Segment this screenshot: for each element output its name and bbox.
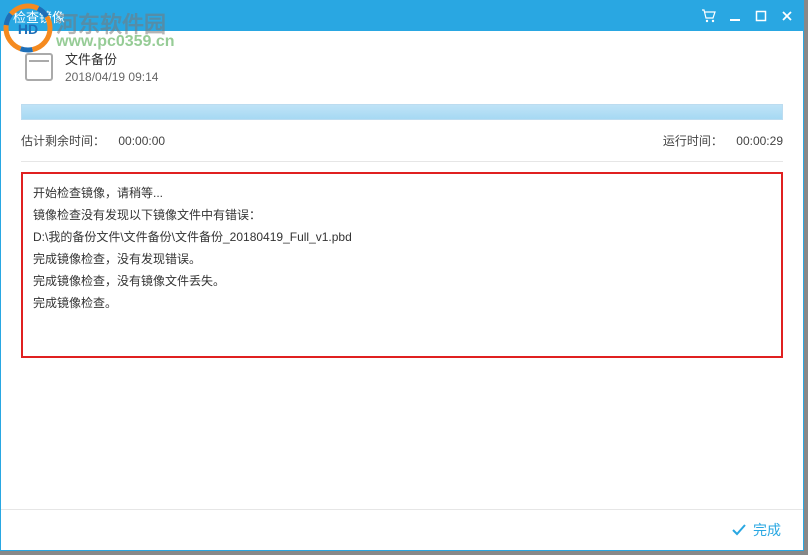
content-area: 估计剩余时间： 00:00:00 运行时间： 00:00:29 开始检查镜像，请… [1,104,803,358]
time-elapsed: 运行时间： 00:00:29 [663,132,783,149]
titlebar-left: 检查镜像 [13,7,65,26]
log-line: 开始检查镜像，请稍等... [33,182,771,204]
task-info: 文件备份 2018/04/19 09:14 [65,49,158,84]
log-output[interactable]: 开始检查镜像，请稍等... 镜像检查没有发现以下镜像文件中有错误： D:\我的备… [21,172,783,358]
time-remaining: 估计剩余时间： 00:00:00 [21,132,165,149]
log-line: 镜像检查没有发现以下镜像文件中有错误： [33,204,771,226]
done-button[interactable]: 完成 [731,520,781,540]
footer: 完成 [1,509,803,550]
maximize-icon[interactable] [753,8,769,24]
task-datetime: 2018/04/19 09:14 [65,70,158,84]
remaining-label: 估计剩余时间： [21,134,105,148]
app-window: 检查镜像 HD 河东软件园 www.pc0359.cn 文 [0,0,804,551]
log-line: 完成镜像检查，没有镜像文件丢失。 [33,270,771,292]
elapsed-value: 00:00:29 [736,134,783,148]
progress-bar [21,104,783,120]
calendar-icon [25,53,53,81]
progress-fill [22,105,782,119]
task-name: 文件备份 [65,49,158,68]
minimize-icon[interactable] [727,8,743,24]
time-row: 估计剩余时间： 00:00:00 运行时间： 00:00:29 [21,130,783,162]
elapsed-label: 运行时间： [663,134,723,148]
titlebar-controls [701,8,795,24]
cart-icon[interactable] [701,8,717,24]
log-line: 完成镜像检查。 [33,292,771,314]
log-line: 完成镜像检查，没有发现错误。 [33,248,771,270]
close-icon[interactable] [779,8,795,24]
titlebar: 检查镜像 [1,1,803,31]
remaining-value: 00:00:00 [118,134,165,148]
task-header: 文件备份 2018/04/19 09:14 [1,31,803,98]
done-label: 完成 [753,520,781,540]
check-icon [731,522,747,538]
window-title: 检查镜像 [13,7,65,26]
log-line: D:\我的备份文件\文件备份\文件备份_20180419_Full_v1.pbd [33,226,771,248]
